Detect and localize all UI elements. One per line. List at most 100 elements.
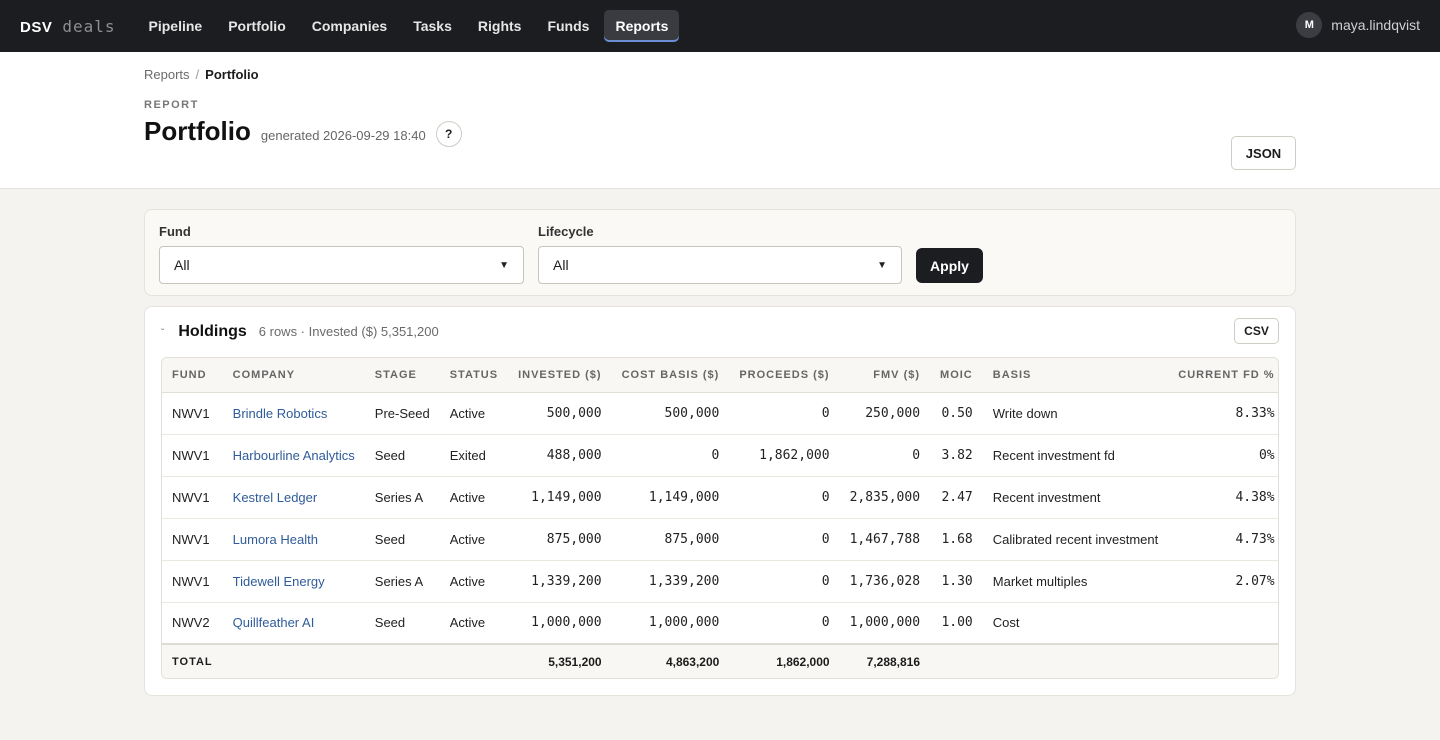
cell-fmv: 250,000 [839,392,931,435]
lifecycle-filter-label: Lifecycle [538,224,594,239]
holdings-table-container: FUND COMPANY STAGE STATUS INVESTED ($) C… [161,357,1279,679]
total-fmv: 7,288,816 [839,643,931,678]
cell-proceeds: 0 [821,615,830,631]
generated-timestamp: generated 2026-09-29 18:40 [260,128,426,143]
cell-company: Quillfeather AI [223,602,365,644]
column-header-company[interactable]: COMPANY [222,358,365,393]
column-header-basis[interactable]: BASIS [982,358,1169,393]
column-header-current-fd[interactable]: CURRENT FD % [1168,358,1278,393]
brand-suffix: deals [62,16,116,36]
cell-company: Harbourline Analytics [222,434,365,477]
cell-current-fd: 4.73% [1168,518,1278,561]
cell-cost-basis: 1,000,000 [648,615,720,631]
cell-cost-basis: 1,149,000 [611,476,730,519]
json-export-button[interactable]: JSON [1231,136,1296,170]
cell-current-fd: 8.33% [1168,392,1278,435]
cell-status: Active [449,615,486,631]
cell-fund: NWV1 [162,392,223,435]
holdings-card: ˇ Holdings 6 rows · Invested ($) 5,351,2… [144,306,1296,696]
table-row: NWV1 Harbourline Analytics Seed Exited 4… [162,434,1278,477]
csv-export-button[interactable]: CSV [1234,318,1279,344]
column-header-invested[interactable]: INVESTED ($) [508,358,612,393]
cell-status: Active [439,518,509,561]
cell-invested: 1,149,000 [508,476,612,519]
holdings-summary: 6 rows · Invested ($) 5,351,200 [258,324,439,339]
app-logo[interactable]: DSV deals [20,17,116,36]
cell-company: Brindle Robotics [222,392,365,435]
cell-stage: Series A [364,476,440,519]
holdings-header: ˇ Holdings 6 rows · Invested ($) 5,351,2… [161,323,439,341]
apply-button[interactable]: Apply [916,248,983,283]
cell-stage: Seed [364,434,440,477]
collapse-chevron-icon[interactable]: ˇ [161,328,164,339]
cell-proceeds: 0 [729,476,840,519]
brand-name: DSV [20,18,53,36]
nav-item-reports[interactable]: Reports [604,10,680,42]
cell-current-fd: 0% [1168,434,1278,477]
cell-invested: 875,000 [508,518,612,561]
total-cost-basis: 4,863,200 [611,643,730,678]
nav-item-pipeline[interactable]: Pipeline [138,10,214,42]
cell-basis: Market multiples [982,560,1169,603]
company-link[interactable]: Harbourline Analytics [233,448,355,463]
column-header-status[interactable]: STATUS [439,358,509,393]
top-navbar: DSV deals Pipeline Portfolio Companies T… [0,0,1440,52]
company-link[interactable]: Tidewell Energy [233,574,325,589]
column-header-cost-basis[interactable]: COST BASIS ($) [611,358,730,393]
company-link[interactable]: Brindle Robotics [233,406,328,421]
cell-stage: Seed [374,615,406,631]
column-header-moic[interactable]: MOIC [930,358,983,393]
cell-invested: 488,000 [508,434,612,477]
holdings-title: Holdings [178,323,247,340]
table-header-row: FUND COMPANY STAGE STATUS INVESTED ($) C… [162,358,1278,393]
cell-basis: Cost [992,615,1020,631]
cell-fund: NWV1 [162,434,223,477]
table-row: NWV1 Lumora Health Seed Active 875,000 8… [162,518,1278,561]
cell-invested: 500,000 [508,392,612,435]
company-link[interactable]: Quillfeather AI [233,615,315,630]
cell-fund: NWV1 [162,476,223,519]
cell-fund: NWV1 [162,518,223,561]
cell-basis: Write down [982,392,1169,435]
company-link[interactable]: Kestrel Ledger [233,490,318,505]
cell-proceeds: 0 [729,392,840,435]
breadcrumb: Reports / Portfolio [144,67,259,82]
nav-item-companies[interactable]: Companies [301,10,398,42]
column-header-fmv[interactable]: FMV ($) [839,358,931,393]
cell-cost-basis: 0 [611,434,730,477]
main-nav: Pipeline Portfolio Companies Tasks Right… [138,10,680,42]
column-header-fund[interactable]: FUND [162,358,223,393]
cell-cost-basis: 1,339,200 [611,560,730,603]
fund-select[interactable]: All ▼ [159,246,524,284]
table-row: NWV2 Quillfeather AI Seed Active 1,000,0… [162,602,1278,644]
breadcrumb-reports-link[interactable]: Reports [144,67,190,82]
nav-item-portfolio[interactable]: Portfolio [217,10,297,42]
cell-stage: Pre-Seed [364,392,440,435]
nav-item-tasks[interactable]: Tasks [402,10,463,42]
cell-proceeds: 0 [729,518,840,561]
cell-fmv: 1,736,028 [839,560,931,603]
cell-proceeds: 1,862,000 [729,434,840,477]
avatar: M [1296,12,1323,38]
company-link[interactable]: Lumora Health [233,532,318,547]
cell-status: Active [439,560,509,603]
table-row: NWV1 Kestrel Ledger Series A Active 1,14… [162,476,1278,519]
column-header-proceeds[interactable]: PROCEEDS ($) [729,358,840,393]
nav-item-rights[interactable]: Rights [467,10,533,42]
breadcrumb-separator: / [195,67,200,82]
column-header-stage[interactable]: STAGE [364,358,440,393]
cell-status: Exited [439,434,509,477]
holdings-table: FUND COMPANY STAGE STATUS INVESTED ($) C… [162,358,1278,678]
user-menu[interactable]: M maya.lindqvist [1296,12,1420,38]
cell-basis: Calibrated recent investment [982,518,1169,561]
fund-select-value: All [174,257,190,273]
chevron-down-icon: ▼ [499,259,509,271]
cell-fmv: 2,835,000 [839,476,931,519]
cell-moic: 1.30 [930,560,983,603]
help-button[interactable]: ? [435,121,462,147]
nav-item-funds[interactable]: Funds [536,10,600,42]
total-label: TOTAL [162,643,223,678]
lifecycle-select[interactable]: All ▼ [538,246,902,284]
cell-basis: Recent investment fd [982,434,1169,477]
lifecycle-select-value: All [553,257,569,273]
